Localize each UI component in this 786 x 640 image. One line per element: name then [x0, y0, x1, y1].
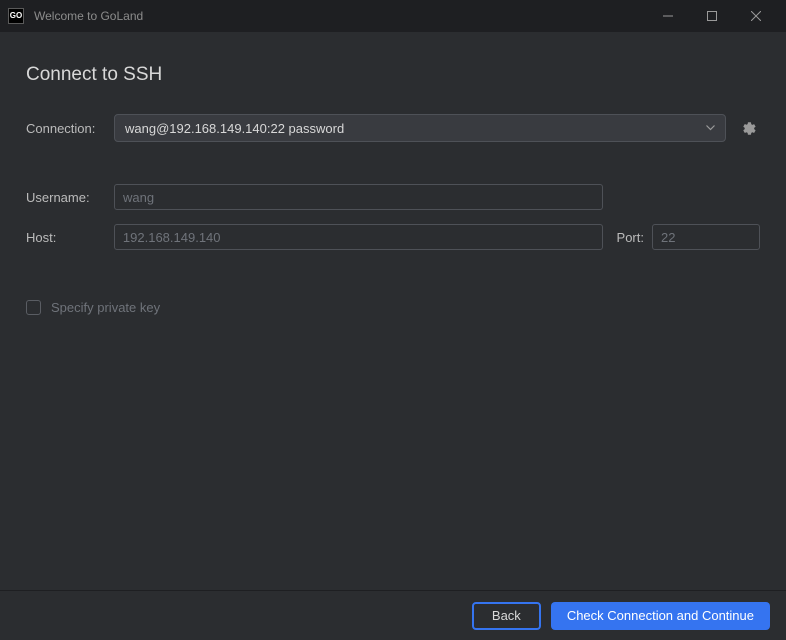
settings-button[interactable] — [738, 117, 760, 139]
app-icon: GO — [8, 8, 24, 24]
private-key-row: Specify private key — [26, 300, 760, 315]
connection-dropdown[interactable]: wang@192.168.149.140:22 password — [114, 114, 726, 142]
window-title: Welcome to GoLand — [34, 9, 646, 23]
back-button[interactable]: Back — [472, 602, 541, 630]
username-label: Username: — [26, 190, 114, 205]
dialog-footer: Back Check Connection and Continue — [0, 590, 786, 640]
username-input[interactable] — [114, 184, 603, 210]
username-row: Username: — [26, 184, 760, 210]
port-input[interactable] — [652, 224, 760, 250]
host-row: Host: Port: — [26, 224, 760, 250]
connection-label: Connection: — [26, 121, 114, 136]
minimize-button[interactable] — [646, 1, 690, 31]
gear-icon — [742, 121, 757, 136]
check-connection-button[interactable]: Check Connection and Continue — [551, 602, 770, 630]
connection-row: Connection: wang@192.168.149.140:22 pass… — [26, 114, 760, 142]
host-label: Host: — [26, 230, 114, 245]
dialog-content: Connect to SSH Connection: wang@192.168.… — [0, 32, 786, 590]
chevron-down-icon — [706, 123, 715, 134]
maximize-button[interactable] — [690, 1, 734, 31]
page-title: Connect to SSH — [26, 64, 760, 86]
private-key-checkbox[interactable] — [26, 300, 41, 315]
private-key-label: Specify private key — [51, 300, 160, 315]
titlebar: GO Welcome to GoLand — [0, 0, 786, 32]
window-controls — [646, 1, 778, 31]
close-button[interactable] — [734, 1, 778, 31]
host-input[interactable] — [114, 224, 603, 250]
port-label: Port: — [617, 230, 644, 245]
connection-value: wang@192.168.149.140:22 password — [125, 121, 706, 136]
